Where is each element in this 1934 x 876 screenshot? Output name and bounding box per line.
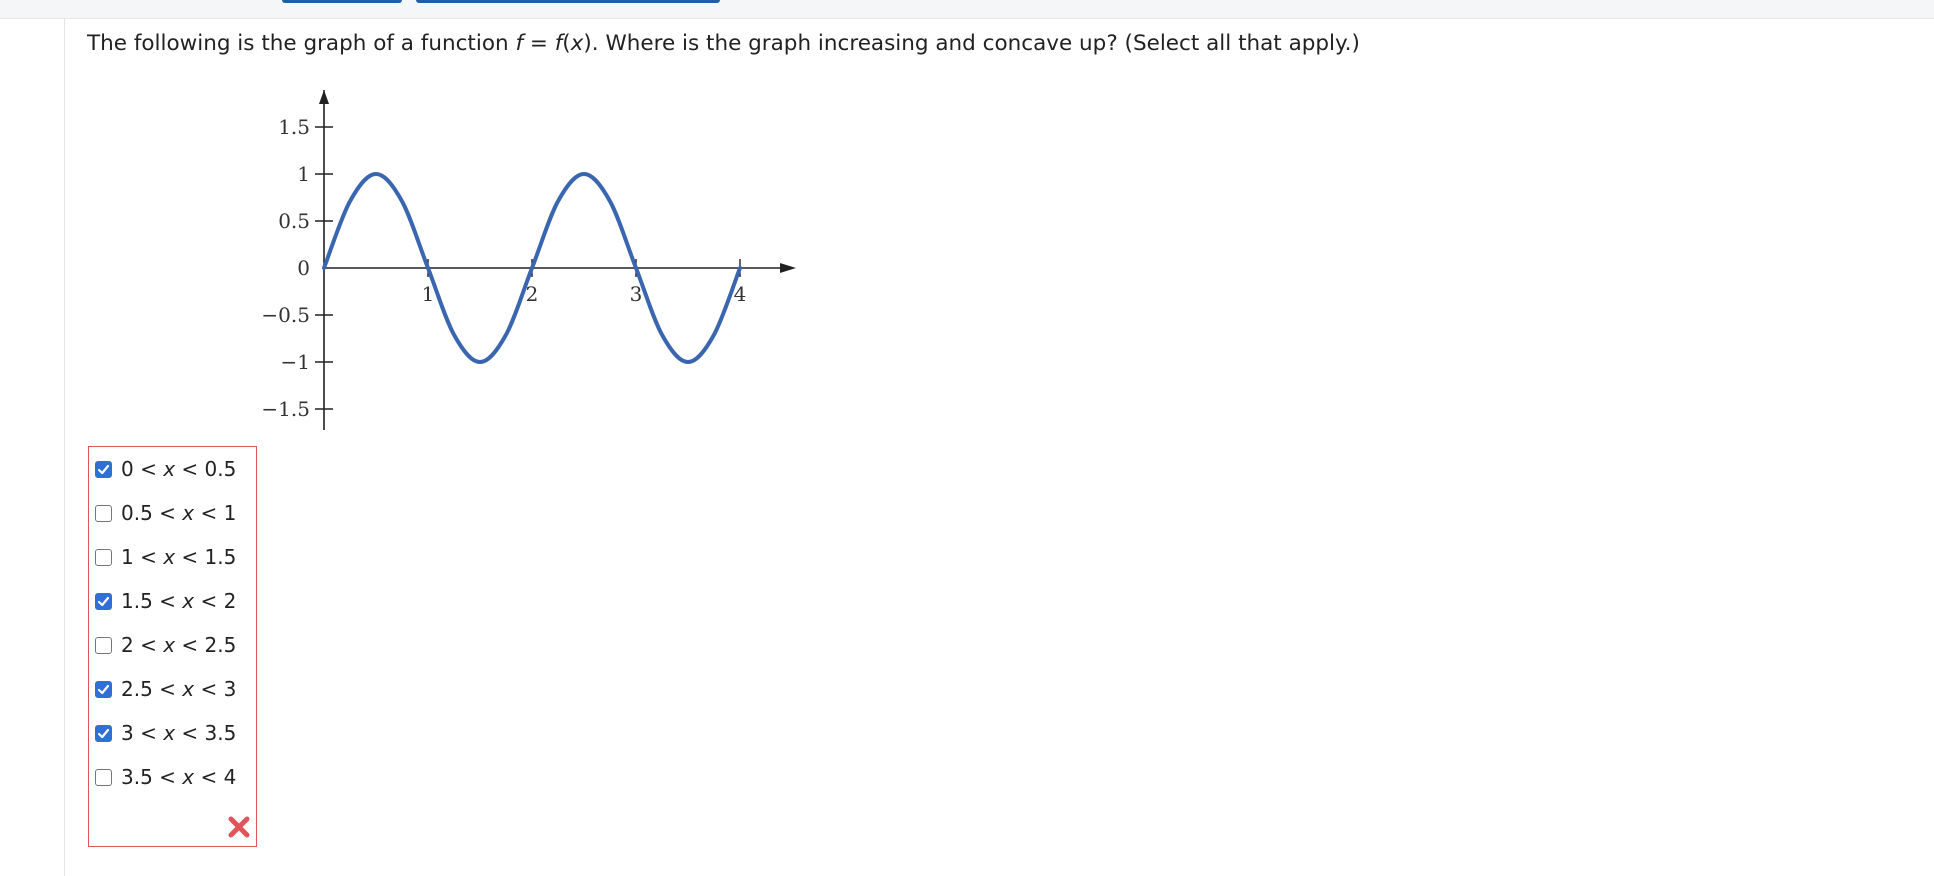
function-graph: 1.510.50−0.5−1−1.51 2 3 4	[261, 90, 796, 430]
checkbox[interactable]	[95, 724, 112, 742]
checkbox[interactable]	[95, 592, 112, 610]
equals-sign: =	[523, 31, 555, 56]
upper-bound: 1	[223, 501, 237, 525]
variable-x: x	[182, 677, 195, 701]
lower-bound: 0	[121, 457, 134, 481]
checkmark-icon	[97, 684, 110, 694]
less-than: <	[194, 765, 224, 789]
checkbox[interactable]	[95, 460, 112, 478]
variable-x: x	[163, 457, 176, 481]
checkmark-icon	[97, 728, 110, 738]
upper-bound: 2	[223, 589, 237, 613]
y-tick-label: 1	[297, 162, 310, 186]
lower-bound: 1.5	[121, 589, 153, 613]
y-axis-arrow	[319, 90, 329, 104]
content-divider	[64, 19, 65, 876]
y-tick-label: 0.5	[278, 209, 310, 233]
toolbar-tab-indicator[interactable]	[416, 0, 720, 3]
less-than: <	[133, 721, 164, 745]
y-tick-label: −1.5	[261, 397, 310, 421]
checkbox[interactable]	[95, 680, 112, 698]
option-label: 2 < x < 2.5	[121, 633, 236, 657]
lower-bound: 2.5	[121, 677, 153, 701]
answer-option[interactable]: 2 < x < 2.5	[95, 631, 236, 659]
lower-bound: 0.5	[121, 501, 153, 525]
answer-option[interactable]: 3.5 < x < 4	[95, 763, 236, 791]
upper-bound: 0.5	[204, 457, 237, 481]
less-than: <	[152, 677, 183, 701]
top-toolbar-strip	[0, 0, 1934, 19]
variable-x: x	[163, 633, 176, 657]
variable-x: x	[570, 31, 584, 56]
less-than: <	[175, 721, 205, 745]
y-tick-label: 0	[297, 256, 310, 280]
answer-option[interactable]: 1.5 < x < 2	[95, 587, 236, 615]
answer-option[interactable]: 3 < x < 3.5	[95, 719, 236, 747]
checkmark-icon	[97, 596, 110, 606]
less-than: <	[175, 545, 205, 569]
checkbox[interactable]	[95, 504, 112, 522]
function-symbol: f	[515, 31, 524, 56]
less-than: <	[194, 589, 224, 613]
answer-option[interactable]: 2.5 < x < 3	[95, 675, 236, 703]
answer-option[interactable]: 0 < x < 0.5	[95, 455, 236, 483]
question-text: The following is the graph of a function…	[87, 30, 1360, 58]
upper-bound: 2.5	[204, 633, 237, 657]
option-label: 1.5 < x < 2	[121, 589, 236, 613]
option-label: 0 < x < 0.5	[121, 457, 236, 481]
y-tick-label: −0.5	[261, 303, 310, 327]
x-axis-arrow	[780, 263, 796, 273]
toolbar-tab-indicator[interactable]	[282, 0, 402, 3]
paren: )	[583, 31, 592, 56]
variable-x: x	[182, 589, 195, 613]
variable-x: x	[163, 545, 176, 569]
checkbox[interactable]	[95, 548, 112, 566]
upper-bound: 4	[223, 765, 237, 789]
question-suffix: . Where is the graph increasing and conc…	[591, 31, 1360, 56]
less-than: <	[133, 545, 164, 569]
less-than: <	[133, 457, 164, 481]
lower-bound: 3.5	[121, 765, 153, 789]
less-than: <	[194, 677, 224, 701]
lower-bound: 3	[121, 721, 134, 745]
y-tick-label: 1.5	[278, 115, 310, 139]
answer-option[interactable]: 1 < x < 1.5	[95, 543, 236, 571]
answer-choices: 0 < x < 0.5 0.5 < x < 11 < x < 1.5 1.5 < x…	[88, 446, 257, 847]
option-label: 1 < x < 1.5	[121, 545, 236, 569]
option-label: 3 < x < 3.5	[121, 721, 236, 745]
option-label: 2.5 < x < 3	[121, 677, 236, 701]
upper-bound: 3	[223, 677, 237, 701]
paren: (	[562, 31, 571, 56]
y-tick-label: −1	[281, 350, 310, 374]
answer-option[interactable]: 0.5 < x < 1	[95, 499, 236, 527]
checkbox[interactable]	[95, 636, 112, 654]
variable-x: x	[182, 501, 195, 525]
less-than: <	[133, 633, 164, 657]
less-than: <	[152, 765, 183, 789]
lower-bound: 1	[121, 545, 134, 569]
checkmark-icon	[97, 464, 110, 474]
variable-x: x	[163, 721, 176, 745]
less-than: <	[152, 501, 183, 525]
upper-bound: 1.5	[204, 545, 237, 569]
less-than: <	[175, 633, 205, 657]
option-label: 0.5 < x < 1	[121, 501, 236, 525]
incorrect-x-icon	[228, 816, 250, 838]
less-than: <	[175, 457, 205, 481]
option-label: 3.5 < x < 4	[121, 765, 236, 789]
variable-x: x	[182, 765, 195, 789]
upper-bound: 3.5	[204, 721, 237, 745]
lower-bound: 2	[121, 633, 134, 657]
checkbox[interactable]	[95, 768, 112, 786]
less-than: <	[194, 501, 224, 525]
less-than: <	[152, 589, 183, 613]
question-prefix: The following is the graph of a function	[87, 31, 516, 56]
